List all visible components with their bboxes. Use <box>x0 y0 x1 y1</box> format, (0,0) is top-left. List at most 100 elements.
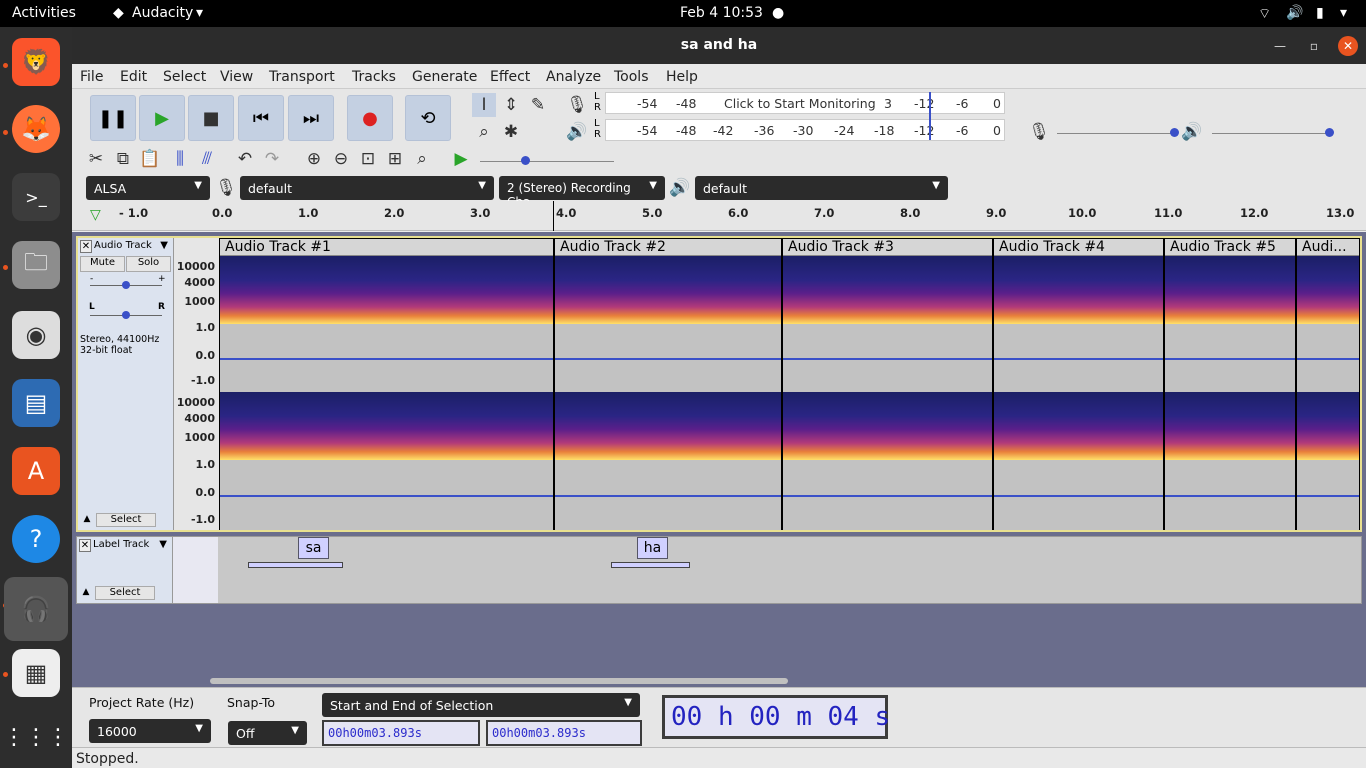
menu-effect[interactable]: Effect <box>490 69 530 85</box>
audacity-icon[interactable]: 🎧 <box>4 577 68 641</box>
document-viewer-icon[interactable]: ▦ <box>12 649 60 697</box>
snap-to-select[interactable]: Off ▼ <box>228 721 307 745</box>
label-sa[interactable]: sa <box>298 537 329 559</box>
selection-mode-select[interactable]: Start and End of Selection ▼ <box>322 693 640 717</box>
vertical-scale[interactable]: 10000 4000 1000 1.0 0.0 -1.0 10000 4000 … <box>174 238 219 530</box>
copy-icon[interactable]: ⧉ <box>111 147 135 171</box>
track-name-menu[interactable]: Label Track ▼ <box>93 539 169 552</box>
label-ha-region[interactable] <box>611 562 690 568</box>
clip-title[interactable]: Audio Track #3 <box>783 239 992 256</box>
select-track-button[interactable]: Select <box>95 586 155 600</box>
horizontal-scrollbar[interactable] <box>210 678 788 684</box>
volume-icon[interactable]: 🔊 <box>1286 5 1303 21</box>
fit-selection-icon[interactable]: ⊡ <box>356 147 380 171</box>
playback-volume-thumb[interactable] <box>1325 128 1334 137</box>
recording-device-select[interactable]: default ▼ <box>240 176 494 200</box>
record-volume-slider[interactable] <box>1057 133 1175 134</box>
timeline-ruler[interactable]: ▽ - 1.0 0.0 1.0 2.0 3.0 4.0 5.0 6.0 7.0 … <box>72 201 1366 231</box>
draw-tool-icon[interactable]: ✎ <box>526 93 550 117</box>
close-button[interactable]: ✕ <box>1338 36 1358 56</box>
menu-generate[interactable]: Generate <box>412 69 477 85</box>
redo-icon[interactable]: ↷ <box>260 147 284 171</box>
menu-tracks[interactable]: Tracks <box>352 69 396 85</box>
label-track[interactable]: ✕ Label Track ▼ ▲ Select sa ha <box>76 536 1362 604</box>
selection-start-time[interactable]: 00h00m03.893s <box>322 720 480 746</box>
mute-button[interactable]: Mute <box>80 256 125 272</box>
minimize-button[interactable]: — <box>1270 36 1290 56</box>
menu-view[interactable]: View <box>220 69 253 85</box>
audio-clip[interactable]: Audio Track #4 <box>993 238 1164 530</box>
zoom-out-icon[interactable]: ⊖ <box>329 147 353 171</box>
tracks-area[interactable]: ✕ Audio Track ▼ Mute Solo - + L R Stereo,… <box>72 232 1366 687</box>
audio-position-time[interactable]: 00 h 00 m 04 s <box>662 695 890 739</box>
record-volume-thumb[interactable] <box>1170 128 1179 137</box>
clip-title[interactable]: Audi... <box>1297 239 1359 256</box>
paste-icon[interactable]: 📋 <box>138 147 162 171</box>
selection-end-time[interactable]: 00h00m03.893s <box>486 720 642 746</box>
envelope-tool-icon[interactable]: ⇕ <box>499 93 523 117</box>
pan-thumb[interactable] <box>122 311 130 319</box>
audio-clip[interactable]: Audio Track #5 <box>1164 238 1296 530</box>
brave-browser-icon[interactable]: 🦁 <box>12 38 60 86</box>
collapse-track-icon[interactable]: ▲ <box>80 514 94 527</box>
play-speed-thumb[interactable] <box>521 156 530 165</box>
clip-title[interactable]: Audio Track #4 <box>994 239 1163 256</box>
audio-clip[interactable]: Audi... <box>1296 238 1360 530</box>
audio-track[interactable]: ✕ Audio Track ▼ Mute Solo - + L R Stereo,… <box>76 236 1362 532</box>
cut-icon[interactable]: ✂ <box>84 147 108 171</box>
playback-volume-slider[interactable] <box>1212 133 1330 134</box>
zoom-toggle-icon[interactable]: ⌕ <box>410 147 434 171</box>
close-track-icon[interactable]: ✕ <box>80 240 92 253</box>
zoom-in-icon[interactable]: ⊕ <box>302 147 326 171</box>
power-menu-icon[interactable]: ▾ <box>1340 5 1347 21</box>
audio-clip[interactable]: Audio Track #1 <box>219 238 554 530</box>
clip-title[interactable]: Audio Track #1 <box>220 239 553 256</box>
clip-title[interactable]: Audio Track #5 <box>1165 239 1295 256</box>
playback-meter-speaker-icon[interactable]: 🔊 <box>565 120 589 144</box>
menu-tools[interactable]: Tools <box>614 69 649 85</box>
clip-title[interactable]: Audio Track #2 <box>555 239 781 256</box>
label-sa-region[interactable] <box>248 562 343 568</box>
select-track-button[interactable]: Select <box>96 513 156 527</box>
stop-button[interactable]: ■ <box>188 95 234 141</box>
maximize-button[interactable]: ▫ <box>1304 36 1324 56</box>
writer-icon[interactable]: ▤ <box>12 379 60 427</box>
track-name-menu[interactable]: Audio Track ▼ <box>94 240 170 253</box>
close-track-icon[interactable]: ✕ <box>79 539 91 552</box>
play-at-speed-icon[interactable]: ▶ <box>449 147 473 171</box>
show-apps-icon[interactable]: ⋮⋮⋮ <box>3 713 69 761</box>
multi-tool-icon[interactable]: ✱ <box>499 120 523 144</box>
zoom-tool-icon[interactable]: ⌕ <box>472 120 496 144</box>
pin-playhead-icon[interactable]: ▽ <box>90 207 101 223</box>
skip-end-button[interactable]: ⏭ <box>288 95 334 141</box>
menu-edit[interactable]: Edit <box>120 69 147 85</box>
activities-button[interactable]: Activities <box>12 5 76 21</box>
terminal-icon[interactable]: >_ <box>12 173 60 221</box>
battery-icon[interactable]: ▮ <box>1316 5 1324 21</box>
solo-button[interactable]: Solo <box>126 256 171 272</box>
play-button[interactable]: ▶ <box>139 95 185 141</box>
play-speed-slider[interactable] <box>480 161 614 162</box>
menu-file[interactable]: File <box>80 69 103 85</box>
audio-clip[interactable]: Audio Track #3 <box>782 238 993 530</box>
app-menu[interactable]: Audacity <box>132 5 193 21</box>
clock[interactable]: Feb 4 10:53 <box>680 5 763 21</box>
undo-icon[interactable]: ↶ <box>233 147 257 171</box>
menu-help[interactable]: Help <box>666 69 698 85</box>
wifi-icon[interactable]: ⌔ <box>1258 5 1271 23</box>
fit-project-icon[interactable]: ⊞ <box>383 147 407 171</box>
menu-transport[interactable]: Transport <box>269 69 335 85</box>
label-ha[interactable]: ha <box>637 537 668 559</box>
files-icon[interactable]: 🗀 <box>12 241 60 289</box>
recording-channels-select[interactable]: 2 (Stereo) Recording Cha▼ <box>499 176 665 209</box>
loop-button[interactable]: ⟲ <box>405 95 451 141</box>
firefox-icon[interactable]: 🦊 <box>12 105 60 153</box>
software-center-icon[interactable]: A <box>12 447 60 495</box>
audio-clip[interactable]: Audio Track #2 <box>554 238 782 530</box>
gain-thumb[interactable] <box>122 281 130 289</box>
project-rate-select[interactable]: 16000 ▼ <box>89 719 211 743</box>
pause-button[interactable]: ❚❚ <box>90 95 136 141</box>
playback-meter[interactable]: -54 -48 -42 -36 -30 -24 -18 -12 -6 0 <box>605 119 1005 141</box>
menu-select[interactable]: Select <box>163 69 206 85</box>
silence-audio-icon[interactable]: ⫻ <box>195 147 219 171</box>
